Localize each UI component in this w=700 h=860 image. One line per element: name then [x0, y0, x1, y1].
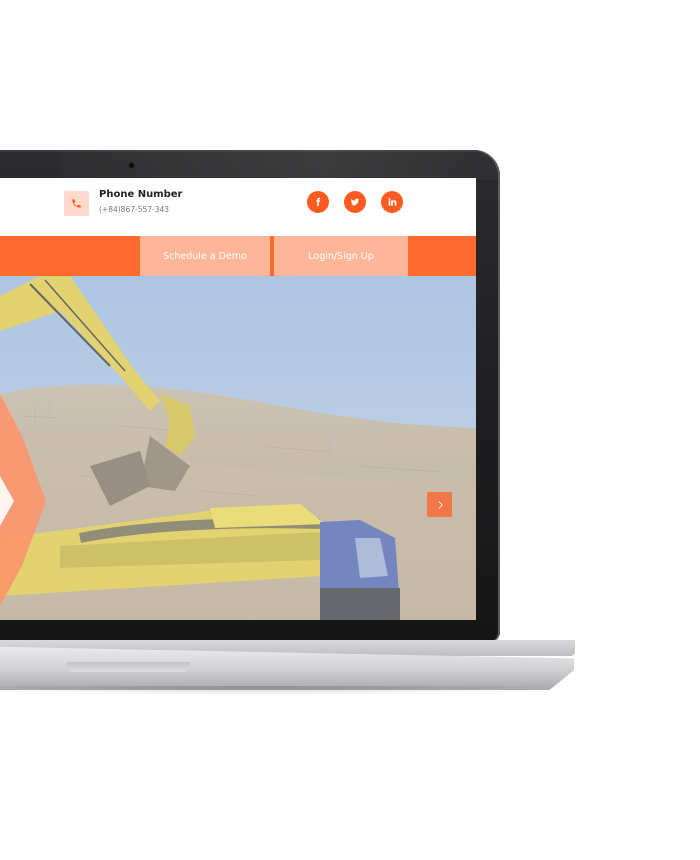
- phone-icon: [64, 191, 89, 216]
- chevron-right-icon[interactable]: [427, 492, 452, 517]
- login-signup-button[interactable]: Login/Sign Up: [274, 236, 408, 276]
- laptop-base-notch: [67, 662, 190, 672]
- facebook-icon[interactable]: [307, 191, 329, 213]
- laptop-mockup: Phone Number (+84)867-557-343 Schedule a…: [0, 0, 700, 860]
- top-info-bar: Phone Number (+84)867-557-343: [0, 178, 476, 236]
- webcam: [129, 163, 134, 168]
- laptop-screen: Phone Number (+84)867-557-343 Schedule a…: [0, 178, 476, 620]
- nav-bar: Schedule a Demo Login/Sign Up: [0, 236, 476, 276]
- twitter-icon[interactable]: [344, 191, 366, 213]
- schedule-demo-button[interactable]: Schedule a Demo: [140, 236, 270, 276]
- hero-overlay: [0, 276, 476, 620]
- laptop-shadow: [0, 686, 560, 696]
- linkedin-icon[interactable]: [381, 191, 403, 213]
- phone-label: Phone Number: [99, 189, 183, 200]
- hero-slider: [0, 276, 476, 620]
- phone-number[interactable]: (+84)867-557-343: [99, 205, 169, 214]
